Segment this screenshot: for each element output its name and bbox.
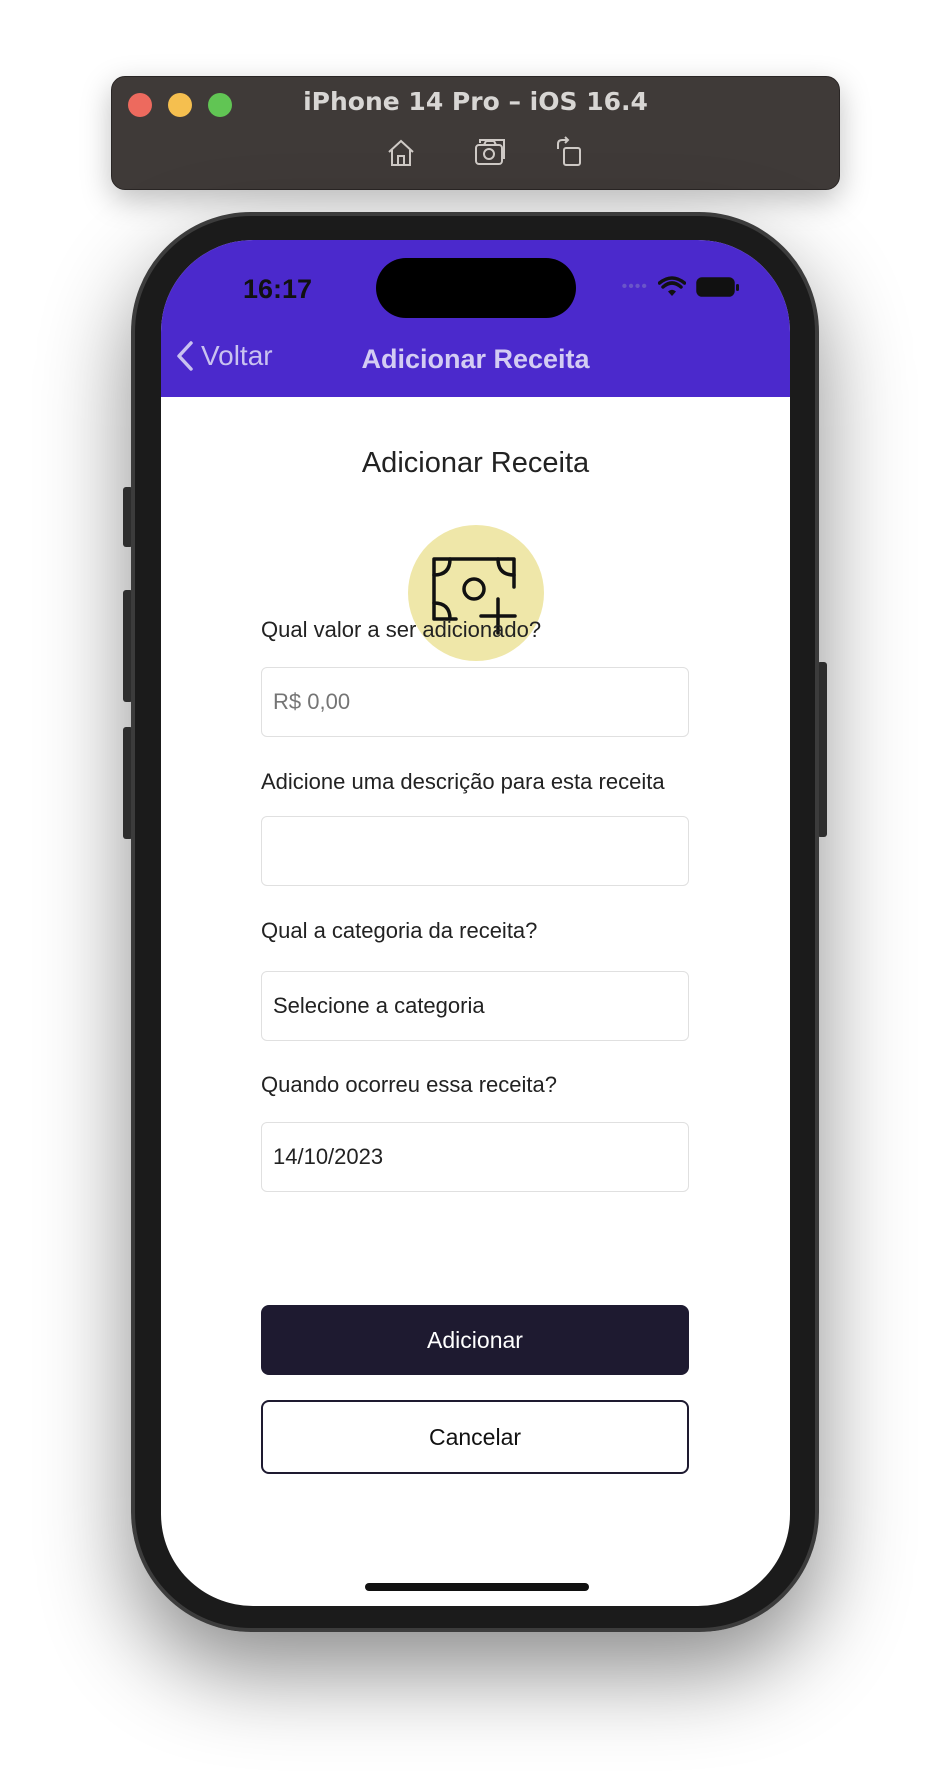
home-icon[interactable] <box>383 135 419 171</box>
status-time: 16:17 <box>243 274 313 304</box>
screenshot-icon[interactable] <box>472 135 508 171</box>
date-label: Quando ocorreu essa receita? <box>261 1072 557 1097</box>
simulator-title: iPhone 14 Pro – iOS 16.4 <box>303 87 648 116</box>
home-indicator <box>365 1583 589 1591</box>
dynamic-island <box>376 258 576 318</box>
description-input[interactable] <box>261 816 689 886</box>
category-select[interactable]: Selecione a categoria <box>261 971 689 1041</box>
amount-label: Qual valor a ser adicionado? <box>261 617 542 642</box>
page-title: Adicionar Receita <box>361 447 590 479</box>
wifi-icon <box>658 276 686 296</box>
nav-title: Adicionar Receita <box>361 344 590 374</box>
status-icons: •••• <box>622 276 740 298</box>
cancel-button[interactable]: Cancelar <box>261 1400 689 1474</box>
amount-input[interactable] <box>261 667 689 737</box>
phone-screen: 16:17 •••• Voltar Adicionar Receita Adic… <box>161 240 790 1606</box>
description-label: Adicione uma descrição para esta receita <box>261 769 665 794</box>
category-label: Qual a categoria da receita? <box>261 918 538 943</box>
battery-icon <box>696 277 739 297</box>
date-field[interactable]: 14/10/2023 <box>261 1122 689 1192</box>
rotate-icon[interactable] <box>552 135 588 171</box>
add-button[interactable]: Adicionar <box>261 1305 689 1375</box>
app-header: 16:17 •••• Voltar Adicionar Receita <box>161 240 790 397</box>
simulator-title-bar: iPhone 14 Pro – iOS 16.4 <box>111 76 840 190</box>
signal-dots: •••• <box>621 278 648 295</box>
